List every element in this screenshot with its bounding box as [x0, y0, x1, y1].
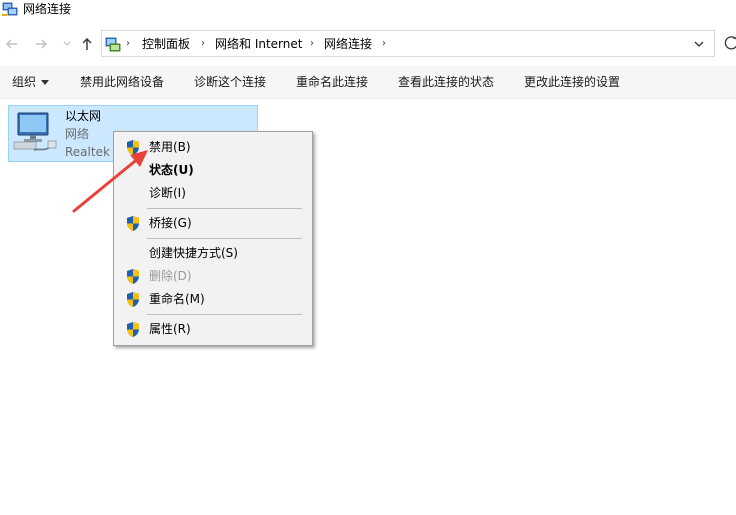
view-status-button[interactable]: 查看此连接的状态 [398, 74, 494, 90]
title-bar: 网络连接 [0, 0, 736, 22]
menu-item-label: 创建快捷方式(S) [149, 246, 238, 260]
control-panel-icon [105, 37, 121, 52]
rename-button[interactable]: 重命名此连接 [296, 74, 368, 90]
breadcrumb-network-connections[interactable]: 网络连接 [324, 36, 372, 52]
ethernet-adapter-icon [13, 112, 57, 151]
connection-status: 网络 [65, 127, 90, 141]
disable-device-button[interactable]: 禁用此网络设备 [80, 74, 164, 90]
menu-item-label: 重命名(M) [149, 292, 205, 306]
menu-item-label: 属性(R) [149, 322, 191, 336]
connection-name: 以太网 [65, 109, 102, 123]
uac-shield-icon [127, 322, 139, 337]
chevron-down-icon[interactable] [692, 37, 706, 51]
menu-item-label: 删除(D) [149, 269, 192, 283]
arrow-up-icon [82, 38, 92, 50]
refresh-icon[interactable] [724, 35, 736, 51]
address-bar[interactable]: › 控制面板 › 网络和 Internet › 网络连接 › [101, 30, 715, 57]
recent-locations-button[interactable] [58, 34, 76, 54]
organize-button[interactable]: 组织 [12, 74, 36, 90]
breadcrumb-separator[interactable]: › [310, 36, 314, 52]
chevron-down-icon [63, 41, 71, 46]
arrow-right-icon [36, 39, 47, 49]
menu-separator [147, 208, 302, 209]
diagnose-button[interactable]: 诊断这个连接 [194, 74, 266, 90]
breadcrumb-network-internet[interactable]: 网络和 Internet [215, 36, 302, 52]
menu-item-properties[interactable]: 属性(R) [116, 318, 310, 340]
back-button[interactable] [3, 34, 21, 54]
menu-separator [147, 314, 302, 315]
annotation-arrow-icon [72, 150, 148, 213]
breadcrumb-control-panel[interactable]: 控制面板 [142, 36, 190, 52]
forward-button[interactable] [32, 34, 50, 54]
up-button[interactable] [78, 34, 96, 54]
window-title: 网络连接 [23, 2, 72, 16]
network-connections-icon [2, 2, 18, 16]
caret-down-icon[interactable] [41, 80, 49, 85]
uac-shield-icon [127, 292, 139, 307]
breadcrumb-separator[interactable]: › [382, 36, 386, 52]
breadcrumb-separator[interactable]: › [201, 36, 205, 52]
change-settings-button[interactable]: 更改此连接的设置 [524, 74, 620, 90]
command-bar: 组织 禁用此网络设备 诊断这个连接 重命名此连接 查看此连接的状态 更改此连接的… [0, 66, 736, 99]
uac-shield-icon [127, 269, 139, 284]
breadcrumb-separator: › [126, 38, 130, 49]
menu-item-delete: 删除(D) [116, 265, 310, 287]
menu-item-rename[interactable]: 重命名(M) [116, 288, 310, 310]
arrow-left-icon [6, 39, 17, 49]
menu-item-create-shortcut[interactable]: 创建快捷方式(S) [116, 242, 310, 264]
menu-separator [147, 238, 302, 239]
